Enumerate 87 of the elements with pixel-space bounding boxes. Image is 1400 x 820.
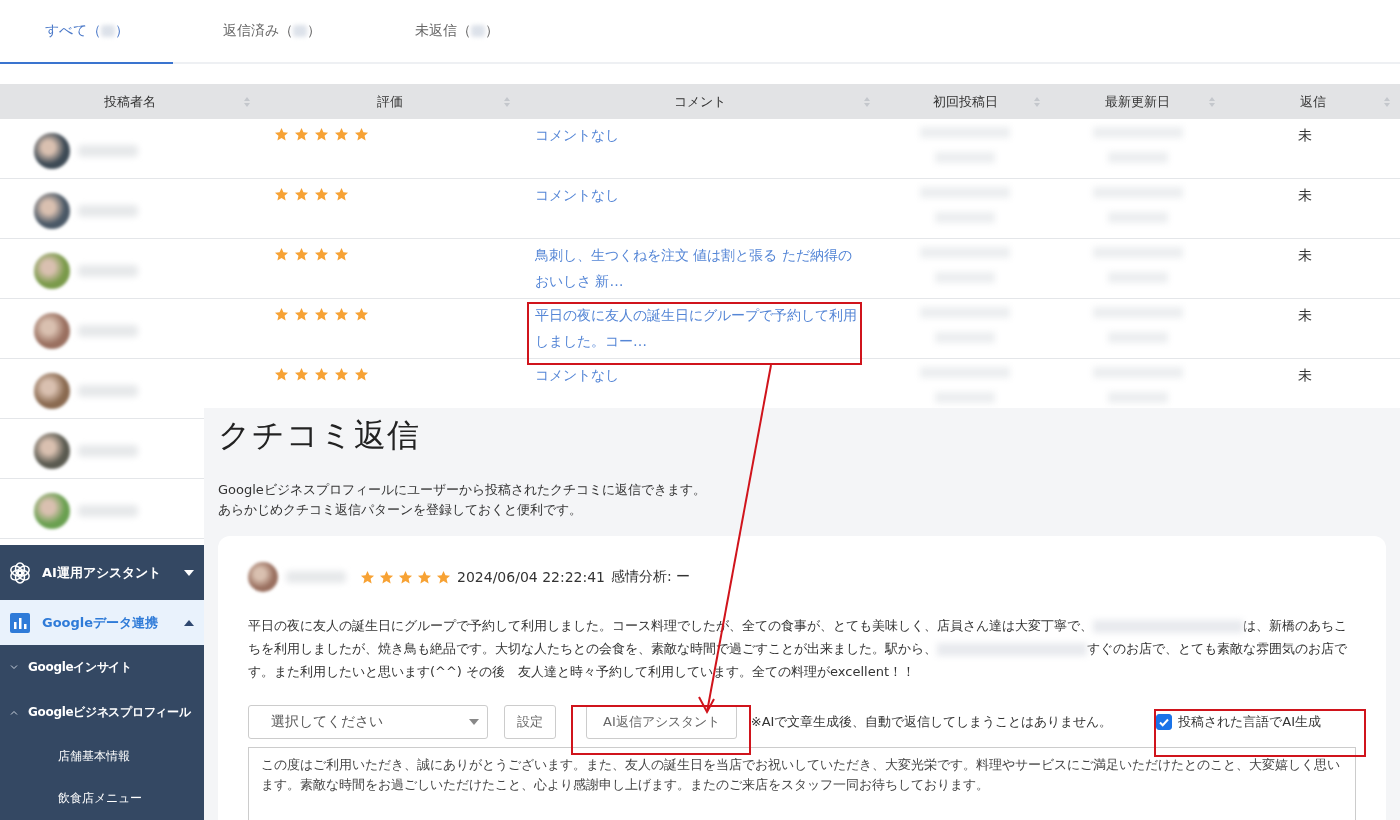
star-icon [334,187,349,202]
avatar [34,193,70,229]
star-icon [354,367,369,382]
description: あらかじめクチコミ返信パターンを登録しておくと便利です。 [218,501,583,519]
avatar [34,433,70,469]
tab[interactable]: すべて（ ） [0,0,173,64]
sidebar-item[interactable]: 飲食店メニュー [0,777,204,819]
reply-status: 未 [1296,247,1313,265]
reply-status: 未 [1296,127,1313,145]
caret-icon [184,569,194,576]
sort-icon[interactable] [1209,97,1215,107]
sidebar-item[interactable]: Googleデータ連携 [0,600,204,645]
comment-link[interactable]: コメントなし [520,182,880,208]
comment-link[interactable]: コメントなし [520,122,880,148]
avatar [248,562,278,592]
star-icon [294,367,309,382]
comment-link[interactable]: 鳥刺し、生つくねを注文 値は割と張る ただ納得のおいしさ 新… [520,242,880,294]
star-icon [360,569,375,585]
review-date: 2024/06/04 22:22:41 [457,569,606,585]
star-icon [354,127,369,142]
sort-icon[interactable] [1384,97,1390,107]
sort-icon[interactable] [504,97,510,107]
star-icon [274,127,289,142]
star-icon [314,187,329,202]
checkbox[interactable] [1156,714,1173,730]
check-icon [1158,716,1171,728]
chevron-icon [10,710,18,715]
star-icon [379,569,394,585]
star-icon [398,569,413,585]
description: Googleビジネスプロフィールにユーザーから投稿されたクチコミに返信できます。 [218,481,707,499]
column-header[interactable]: コメント [520,84,880,119]
template-select[interactable]: 選択してください [248,705,488,739]
sidebar-item[interactable]: Googleインサイト [0,645,204,690]
column-header[interactable]: 最新更新日 [1050,84,1225,119]
chart-icon [8,610,32,635]
note-text: ※AIで文章生成後、自動で返信してしまうことはありません。 [750,713,1113,731]
star-icon [274,187,289,202]
sort-icon[interactable] [1034,97,1040,107]
sort-icon[interactable] [244,97,250,107]
column-header[interactable]: 初回投稿日 [880,84,1050,119]
star-icon [314,127,329,142]
star-icon [436,569,451,585]
star-icon [294,247,309,262]
star-icon [334,367,349,382]
avatar [34,253,70,289]
knot-icon [8,560,32,585]
column-header[interactable]: 評価 [260,84,520,119]
star-icon [274,307,289,322]
star-icon [314,307,329,322]
tab[interactable]: 返信済み（ ） [185,0,358,62]
sidebar-item[interactable]: AI運用アシスタント [0,545,204,600]
caret-icon [469,719,479,725]
checkbox-label[interactable]: 投稿された言語でAI生成 [1178,713,1322,731]
star-icon [274,367,289,382]
sidebar-item[interactable]: Googleビジネスプロフィール [0,690,204,735]
star-icon [314,367,329,382]
caret-icon [184,619,194,626]
star-icon [354,307,369,322]
star-icon [334,247,349,262]
star-icon [334,127,349,142]
reply-status: 未 [1296,307,1313,325]
sentiment-label: 感情分析: ー [611,568,691,586]
reply-status: 未 [1296,367,1313,385]
tab[interactable]: 未返信（ ） [370,0,543,62]
star-icon [314,247,329,262]
column-header[interactable]: 投稿者名 [0,84,260,119]
sort-icon[interactable] [864,97,870,107]
star-icon [294,307,309,322]
star-icon [334,307,349,322]
page-title: クチコミ返信 [218,415,421,456]
reply-status: 未 [1296,187,1313,205]
ai-assistant-button[interactable]: AI返信アシスタント [586,705,737,739]
chevron-icon [10,665,18,670]
column-header[interactable]: 返信 [1225,84,1400,119]
star-icon [294,187,309,202]
comment-link[interactable]: 平日の夜に友人の誕生日にグループで予約して利用しました。コー… [520,302,880,354]
avatar [34,313,70,349]
comment-link[interactable]: コメントなし [520,362,880,388]
star-icon [417,569,432,585]
settings-button[interactable]: 設定 [504,705,556,739]
reply-textarea[interactable]: この度はご利用いただき、誠にありがとうございます。また、友人の誕生日を当店でお祝いしていただき、大変光栄です。料理やサービスにご満足いただけたとのこと、大変嬉しく思います。素敵な時間をお過ごしいただけたこと、心より感謝申し上げます。またのご来店をスタッフ一同お待ちしております。 [248,747,1356,820]
avatar [34,493,70,529]
avatar [34,373,70,409]
star-icon [274,247,289,262]
avatar [34,133,70,169]
sidebar-item[interactable]: 店舗基本情報 [0,735,204,777]
star-icon [294,127,309,142]
